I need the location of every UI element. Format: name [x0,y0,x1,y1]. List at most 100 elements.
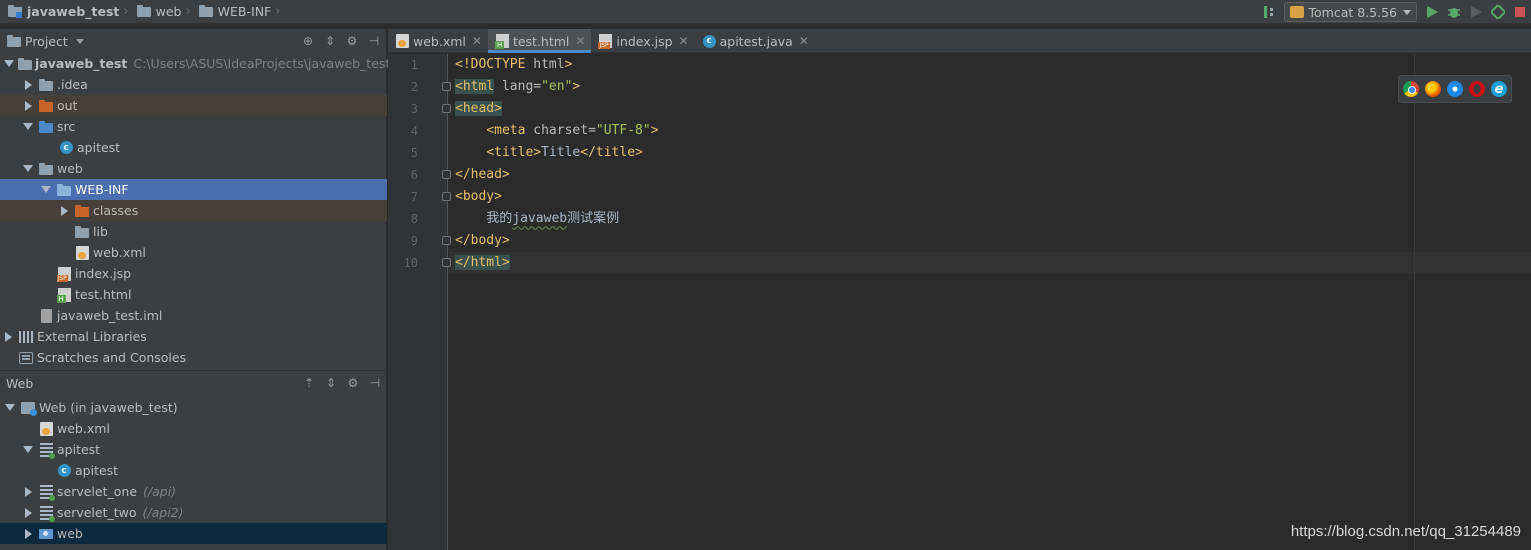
code-line[interactable]: </body> [455,230,510,252]
tab-test-html[interactable]: test.html ✕ [487,29,592,53]
tree-node-root[interactable]: javaweb_test C:\Users\ASUS\IdeaProjects\… [0,53,390,74]
code-editor[interactable]: 1 2 3 4 5 6 7 8 9 10 <!DOCTYPE html> <html lang="e… [388,54,1531,550]
code-token: > [650,123,659,138]
opera-icon[interactable] [1469,81,1485,97]
tree-node-classes[interactable]: classes [0,200,387,221]
debug-button[interactable] [1443,0,1465,24]
profile-button[interactable] [1487,0,1509,24]
expand-arrow-icon[interactable] [22,444,34,456]
tree-node-web[interactable]: web [0,158,387,179]
code-line[interactable]: <head> [455,98,502,120]
tree-node-external-libraries[interactable]: External Libraries [0,326,387,347]
run-button[interactable] [1421,0,1443,24]
hide-panel-icon[interactable]: ⊣ [367,375,383,391]
close-icon[interactable]: ✕ [679,34,689,48]
web-node-web-xml[interactable]: web.xml [0,418,387,439]
xml-file-icon [38,421,54,437]
web-panel-title: Web [6,375,34,391]
expand-arrow-icon[interactable] [22,163,34,175]
run-with-coverage-button[interactable] [1465,0,1487,24]
breadcrumb-project[interactable]: javaweb_test › [0,0,129,24]
tree-node-scratches[interactable]: Scratches and Consoles [0,347,387,368]
close-icon[interactable]: ✕ [472,34,482,48]
breadcrumb-web[interactable]: web › [129,0,191,24]
tree-node-web-inf[interactable]: WEB-INF [0,179,387,200]
fold-marker-icon[interactable] [442,104,451,113]
expand-arrow-icon[interactable] [22,79,34,91]
build-icon[interactable] [1258,0,1280,24]
expand-arrow-icon[interactable] [40,184,52,196]
hide-panel-icon[interactable]: ⊣ [366,33,382,49]
tree-node-apitest[interactable]: c apitest [0,137,387,158]
tree-node-label: test.html [75,287,132,302]
code-line[interactable]: <!DOCTYPE html> [455,54,572,76]
fold-marker-icon[interactable] [442,192,451,201]
tree-node-idea[interactable]: .idea [0,74,387,95]
code-token: "UTF-8" [595,123,651,138]
tree-node-index-jsp[interactable]: index.jsp [0,263,387,284]
tree-node-iml[interactable]: javaweb_test.iml [0,305,387,326]
code-token: <body> [455,189,502,204]
project-panel-title[interactable]: Project [25,34,68,49]
java-class-icon: c [58,140,74,156]
fold-marker-icon[interactable] [442,82,451,91]
tree-node-out[interactable]: out [0,95,387,116]
gear-icon[interactable]: ⚙ [345,375,361,391]
run-configuration-dropdown[interactable]: Tomcat 8.5.56 [1284,2,1417,22]
firefox-icon[interactable] [1425,81,1441,97]
code-line[interactable]: <html lang="en"> [455,76,580,98]
expand-all-icon[interactable]: ⇡ [301,375,317,391]
code-token: <title> [486,145,542,160]
tab-apitest-java[interactable]: c apitest.java ✕ [695,29,815,53]
code-line[interactable]: </html> [455,252,510,274]
code-line[interactable]: <meta charset="UTF-8"> [455,120,659,142]
code-token: </title> [580,145,643,160]
tree-node-lib[interactable]: lib [0,221,387,242]
web-node-apitest-class[interactable]: c apitest [0,460,387,481]
locate-icon[interactable]: ⊕ [300,33,316,49]
code-line[interactable]: <title>Title</title> [455,142,643,164]
collapse-all-icon[interactable]: ⇕ [322,33,338,49]
breadcrumb-web-inf[interactable]: WEB-INF › [191,0,280,24]
fold-marker-icon[interactable] [442,236,451,245]
fold-marker-icon[interactable] [442,258,451,267]
expand-arrow-icon[interactable] [4,58,14,70]
expand-arrow-icon[interactable] [22,507,34,519]
expand-arrow-icon[interactable] [22,528,34,540]
java-class-icon: c [56,463,72,479]
expand-arrow-icon[interactable] [22,121,34,133]
chevron-down-icon[interactable] [75,38,84,44]
line-number: 5 [410,146,418,160]
code-line[interactable]: </head> [455,164,510,186]
tree-node-web-xml[interactable]: web.xml [0,242,387,263]
expand-arrow-icon[interactable] [2,331,14,343]
scratches-icon [18,350,34,366]
expand-arrow-icon[interactable] [58,205,70,217]
tree-node-test-html[interactable]: test.html [0,284,387,305]
tab-index-jsp[interactable]: index.jsp ✕ [591,29,694,53]
close-icon[interactable]: ✕ [575,34,585,48]
code-line[interactable]: 我的javaweb测试案例 [455,208,619,230]
code-line[interactable]: <body> [455,186,502,208]
ie-icon[interactable]: e [1491,81,1507,97]
web-node-apitest[interactable]: apitest [0,439,387,460]
web-node-web[interactable]: web [0,523,387,544]
close-icon[interactable]: ✕ [799,34,809,48]
safari-icon[interactable] [1447,81,1463,97]
expand-arrow-icon[interactable] [4,402,16,414]
web-panel-tools: ⇡ ⇕ ⚙ ⊣ [301,371,383,395]
chrome-icon[interactable] [1403,81,1419,97]
expand-arrow-icon[interactable] [22,100,34,112]
code-token: </head> [455,167,510,182]
gear-icon[interactable]: ⚙ [344,33,360,49]
tab-web-xml[interactable]: web.xml ✕ [388,29,488,53]
stop-button[interactable] [1509,0,1531,24]
tree-node-src[interactable]: src [0,116,387,137]
web-node-root[interactable]: Web (in javaweb_test) [0,397,387,418]
web-node-servelet-two[interactable]: servelet_two (/api2) [0,502,387,523]
collapse-all-icon[interactable]: ⇕ [323,375,339,391]
expand-arrow-icon[interactable] [22,486,34,498]
project-folder-icon [8,4,22,18]
fold-marker-icon[interactable] [442,170,451,179]
web-node-servelet-one[interactable]: servelet_one (/api) [0,481,387,502]
